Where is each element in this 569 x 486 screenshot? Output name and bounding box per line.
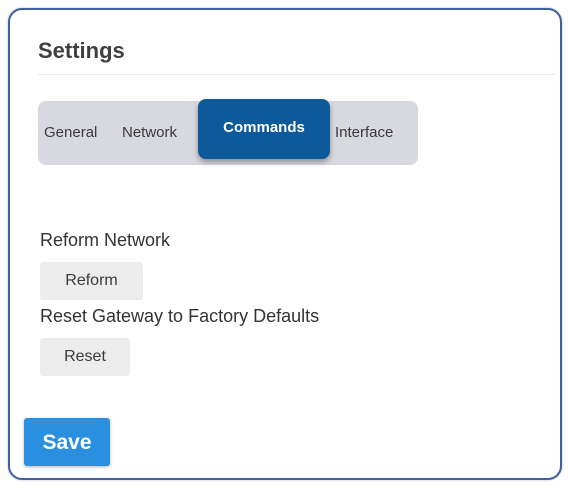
page-title: Settings [38, 38, 125, 63]
tab-interface[interactable]: Interface [335, 101, 393, 165]
reset-button[interactable]: Reset [40, 338, 130, 376]
reform-network-label: Reform Network [40, 230, 171, 250]
tab-network[interactable]: Network [122, 101, 177, 165]
title-divider [38, 74, 556, 75]
save-button[interactable]: Save [24, 418, 110, 466]
settings-panel: Settings General Network Commands Interf… [8, 8, 562, 480]
tab-bar: General Network Commands Interface [38, 99, 418, 165]
reset-gateway-label: Reset Gateway to Factory Defaults [40, 306, 320, 326]
reform-button[interactable]: Reform [40, 262, 143, 300]
tab-commands[interactable]: Commands [198, 99, 330, 159]
tab-general[interactable]: General [44, 101, 97, 165]
